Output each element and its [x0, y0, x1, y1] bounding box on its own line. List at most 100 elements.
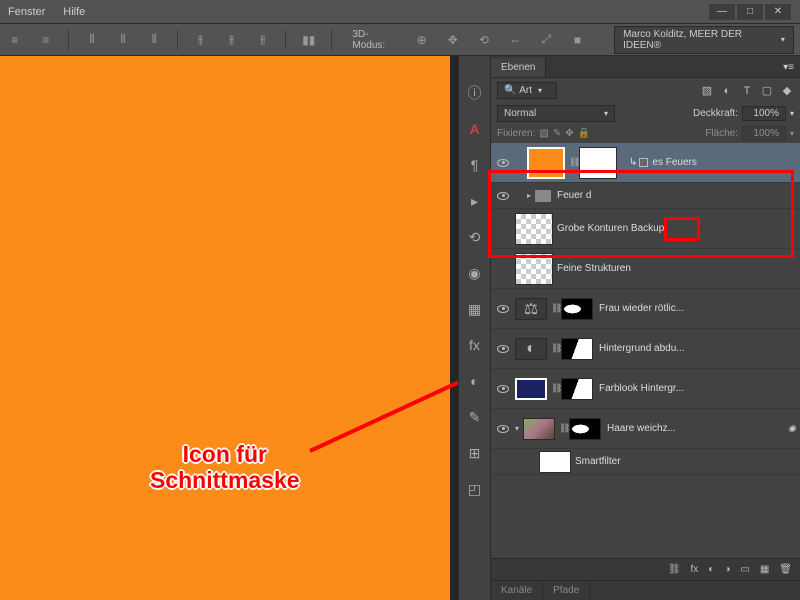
distribute-icon[interactable]: ⫴: [83, 32, 100, 48]
disclosure-triangle[interactable]: ▸: [527, 191, 531, 200]
layer-thumbnail[interactable]: [515, 213, 553, 245]
rotate-icon[interactable]: ⟲: [475, 32, 492, 48]
adjustments-panel-icon[interactable]: ◐: [466, 372, 484, 390]
mask-thumbnail[interactable]: [569, 418, 601, 440]
layer-row[interactable]: Grobe Konturen Backup: [491, 209, 800, 249]
minimize-button[interactable]: —: [708, 3, 736, 21]
history-panel-icon[interactable]: ⟲: [466, 228, 484, 246]
layer-filter-dropdown[interactable]: 🔍 Art▾: [497, 82, 557, 99]
disclosure-triangle[interactable]: ▾: [515, 424, 519, 433]
character-panel-icon[interactable]: A: [466, 120, 484, 138]
menu-fenster[interactable]: Fenster: [8, 6, 45, 18]
layers-tab[interactable]: Ebenen: [491, 58, 546, 77]
camera-icon[interactable]: ■: [569, 32, 586, 48]
visibility-toggle[interactable]: [497, 192, 509, 200]
lock-all-icon[interactable]: 🔒: [578, 128, 590, 139]
mask-thumbnail[interactable]: [561, 338, 593, 360]
align-icon[interactable]: ≡: [37, 32, 54, 48]
panel-menu-icon[interactable]: ▾≡: [777, 58, 800, 77]
distribute-icon[interactable]: ⫵: [223, 32, 240, 48]
mask-thumbnail[interactable]: [579, 147, 617, 179]
distribute-icon[interactable]: ⫵: [192, 32, 209, 48]
fx-icon[interactable]: fx: [691, 564, 699, 575]
layer-name[interactable]: Farblook Hintergr...: [599, 383, 796, 394]
document-canvas[interactable]: [0, 56, 450, 600]
layer-name[interactable]: Feuer d: [557, 190, 796, 201]
adjustment-icon[interactable]: ◐: [515, 338, 547, 360]
lock-pixel-icon[interactable]: ✎: [553, 128, 561, 139]
mask-thumbnail[interactable]: [561, 298, 593, 320]
layer-group-row[interactable]: ▸ Feuer d: [491, 183, 800, 209]
layer-thumbnail[interactable]: [515, 253, 553, 285]
layer-row[interactable]: ◐ ⛓ Hintergrund abdu...: [491, 329, 800, 369]
filter-mask-thumbnail[interactable]: [539, 451, 571, 473]
delete-icon[interactable]: 🗑: [779, 564, 792, 575]
paragraph-panel-icon[interactable]: ¶: [466, 156, 484, 174]
layer-row[interactable]: ⚖ ⛓ Frau wieder rötlic...: [491, 289, 800, 329]
align-icon[interactable]: ≡: [6, 32, 23, 48]
visibility-toggle[interactable]: [497, 385, 509, 393]
layer-name[interactable]: es Feuers: [652, 157, 796, 168]
distribute-icon[interactable]: ⫴: [146, 32, 163, 48]
slide-icon[interactable]: ⇔: [507, 32, 524, 48]
layer-thumbnail[interactable]: [527, 147, 565, 179]
clone-panel-icon[interactable]: ⊞: [466, 444, 484, 462]
navigator-panel-icon[interactable]: ◰: [466, 480, 484, 498]
layer-name[interactable]: Haare weichz...: [607, 423, 784, 434]
lock-pos-icon[interactable]: ✥: [565, 128, 573, 139]
orbit-icon[interactable]: ⊕: [413, 32, 430, 48]
layer-row[interactable]: ⛓ ↳ es Feuers: [491, 143, 800, 183]
layer-row[interactable]: ▾ ⛓ Haare weichz... ◉: [491, 409, 800, 449]
close-button[interactable]: ✕: [764, 3, 792, 21]
layer-name[interactable]: Feine Strukturen: [557, 263, 796, 274]
visibility-toggle[interactable]: [497, 425, 509, 433]
adjustment-icon[interactable]: ⚖: [515, 298, 547, 320]
workspace-switcher[interactable]: Marco Kolditz, MEER DER IDEEN® ▾: [614, 26, 794, 54]
blend-mode-dropdown[interactable]: Normal▾: [497, 105, 615, 122]
adjustment-icon[interactable]: ◑: [724, 564, 730, 575]
smartfilter-row[interactable]: Smartfilter: [491, 449, 800, 475]
pan-icon[interactable]: ✥: [444, 32, 461, 48]
filter-type-icon[interactable]: T: [740, 84, 754, 98]
opacity-field[interactable]: 100%: [742, 106, 786, 121]
auto-align-icon[interactable]: ▮▮: [300, 32, 317, 48]
layers-list[interactable]: ⛓ ↳ es Feuers ▸ Feuer d Grobe Konturen B…: [491, 143, 800, 558]
group-icon[interactable]: ▭: [740, 564, 749, 575]
actions-panel-icon[interactable]: ▸: [466, 192, 484, 210]
styles-panel-icon[interactable]: fx: [466, 336, 484, 354]
layer-thumbnail[interactable]: [523, 418, 555, 440]
distribute-icon[interactable]: ⫵: [254, 32, 271, 48]
layer-name[interactable]: Hintergrund abdu...: [599, 343, 796, 354]
layer-row[interactable]: ⛓ Farblook Hintergr...: [491, 369, 800, 409]
link-layers-icon[interactable]: ⛓: [668, 564, 681, 575]
layer-name[interactable]: Smartfilter: [575, 456, 796, 467]
channels-tab[interactable]: Kanäle: [491, 581, 543, 600]
fill-label: Fläche:: [705, 128, 738, 139]
info-icon[interactable]: ⓘ: [466, 84, 484, 102]
scale-icon[interactable]: ⤢: [538, 32, 555, 48]
filter-smart-icon[interactable]: ◆: [780, 84, 794, 98]
layer-row[interactable]: Feine Strukturen: [491, 249, 800, 289]
visibility-toggle[interactable]: [497, 159, 509, 167]
layer-name[interactable]: Grobe Konturen Backup: [557, 223, 796, 234]
fill-field[interactable]: 100%: [742, 126, 786, 141]
filter-shape-icon[interactable]: ▢: [760, 84, 774, 98]
swatches-panel-icon[interactable]: ▦: [466, 300, 484, 318]
layer-name[interactable]: Frau wieder rötlic...: [599, 303, 796, 314]
layer-thumbnail[interactable]: [515, 378, 547, 400]
canvas-area[interactable]: Icon für Schnittmaske: [0, 56, 458, 600]
brush-panel-icon[interactable]: ✎: [466, 408, 484, 426]
filter-adjust-icon[interactable]: ◐: [720, 84, 734, 98]
color-panel-icon[interactable]: ◉: [466, 264, 484, 282]
maximize-button[interactable]: □: [736, 3, 764, 21]
distribute-icon[interactable]: ⫴: [114, 32, 131, 48]
paths-tab[interactable]: Pfade: [543, 581, 590, 600]
visibility-toggle[interactable]: [497, 305, 509, 313]
visibility-toggle[interactable]: [497, 345, 509, 353]
mask-icon[interactable]: ◐: [708, 564, 714, 575]
menu-hilfe[interactable]: Hilfe: [63, 6, 85, 18]
filter-pixel-icon[interactable]: ▧: [700, 84, 714, 98]
mask-thumbnail[interactable]: [561, 378, 593, 400]
new-layer-icon[interactable]: ▦: [760, 564, 769, 575]
lock-trans-icon[interactable]: ▧: [539, 128, 548, 139]
